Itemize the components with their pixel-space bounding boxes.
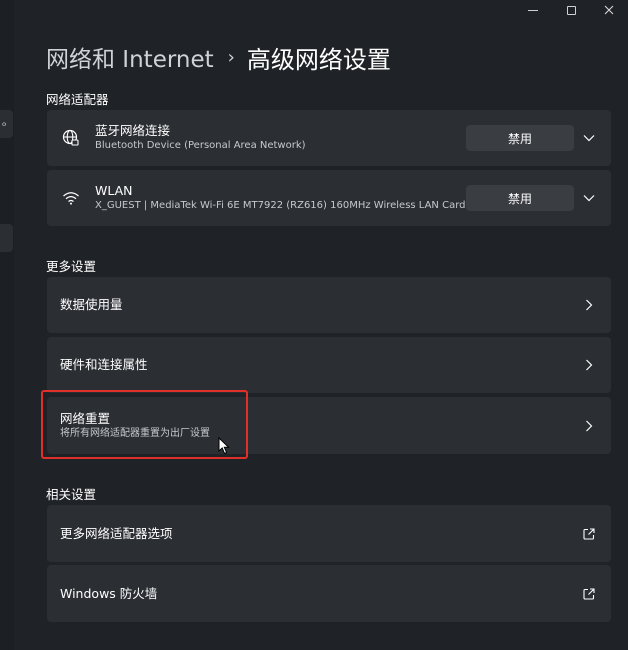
setting-title: Windows 防火墙	[60, 585, 158, 601]
sidebar-search-stub[interactable]: ₒ	[0, 110, 13, 138]
setting-text: Windows 防火墙	[60, 586, 157, 602]
adapter-card-bluetooth[interactable]: 蓝牙网络连接 Bluetooth Device (Personal Area N…	[47, 110, 611, 166]
adapter-description: X_GUEST | MediaTek Wi-Fi 6E MT7922 (RZ61…	[95, 200, 466, 211]
sidebar-edge	[0, 0, 14, 650]
setting-title: 数据使用量	[60, 297, 123, 312]
setting-hardware-properties[interactable]: 硬件和连接属性	[47, 337, 611, 393]
setting-more-adapter-options[interactable]: 更多网络适配器选项	[47, 505, 611, 562]
page-title: 高级网络设置	[246, 45, 391, 74]
window-controls	[514, 0, 628, 20]
setting-data-usage[interactable]: 数据使用量	[47, 277, 611, 333]
section-title-related: 相关设置	[46, 487, 97, 502]
close-button[interactable]	[590, 0, 628, 20]
setting-windows-firewall[interactable]: Windows 防火墙	[47, 565, 611, 622]
adapter-text: WLAN X_GUEST | MediaTek Wi-Fi 6E MT7922 …	[95, 183, 466, 213]
chevron-down-icon[interactable]	[583, 132, 595, 144]
disable-button-bluetooth[interactable]: 禁用	[466, 125, 574, 151]
section-title-adapters: 网络适配器	[46, 92, 109, 107]
setting-text: 硬件和连接属性	[60, 357, 148, 373]
search-icon: ₒ	[2, 116, 7, 129]
adapter-description: Bluetooth Device (Personal Area Network)	[95, 140, 306, 151]
setting-title: 硬件和连接属性	[60, 357, 148, 372]
setting-text: 数据使用量	[60, 297, 123, 313]
chevron-down-icon[interactable]	[583, 192, 595, 204]
minimize-button[interactable]	[514, 0, 552, 20]
disable-button-wlan[interactable]: 禁用	[466, 185, 574, 211]
chevron-right-icon	[583, 299, 595, 311]
maximize-icon	[566, 5, 576, 15]
chevron-right-icon	[583, 420, 595, 432]
breadcrumb: 网络和 Internet › 高级网络设置	[46, 40, 391, 74]
setting-title: 更多网络适配器选项	[60, 525, 173, 541]
maximize-button[interactable]	[552, 0, 590, 20]
breadcrumb-parent[interactable]: 网络和 Internet	[46, 40, 214, 74]
wifi-icon	[61, 188, 81, 208]
section-title-more: 更多设置	[46, 259, 97, 274]
adapter-text: 蓝牙网络连接 Bluetooth Device (Personal Area N…	[95, 123, 306, 153]
highlight-box	[41, 390, 248, 459]
adapter-name: WLAN	[95, 183, 133, 198]
minimize-icon	[528, 9, 538, 11]
external-link-icon	[583, 527, 595, 540]
globe-ethernet-icon	[61, 128, 81, 148]
sidebar-item-stub[interactable]	[0, 224, 13, 252]
chevron-right-icon	[583, 359, 595, 371]
close-icon	[604, 5, 614, 15]
breadcrumb-separator: ›	[227, 46, 235, 68]
mouse-cursor-icon	[218, 436, 230, 459]
adapter-card-wlan[interactable]: WLAN X_GUEST | MediaTek Wi-Fi 6E MT7922 …	[47, 170, 611, 226]
external-link-icon	[583, 587, 595, 600]
adapter-name: 蓝牙网络连接	[95, 123, 171, 138]
setting-text: 更多网络适配器选项	[60, 526, 173, 542]
